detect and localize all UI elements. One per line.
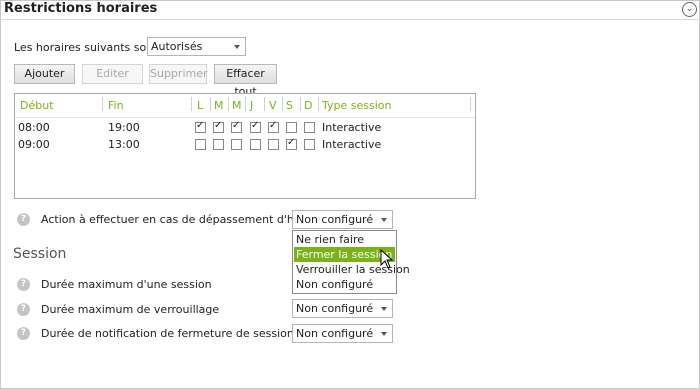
schedule-table: Début Fin L M M J V S D Type session 08:… xyxy=(14,93,476,199)
day-checkbox-sunday[interactable] xyxy=(304,122,315,133)
help-circle-icon[interactable]: ? xyxy=(17,303,30,316)
max-lock-select-value: Non configuré xyxy=(296,302,374,315)
row-session-type: Interactive xyxy=(322,138,382,151)
action-select-value: Non configuré xyxy=(296,213,374,226)
col-header-end[interactable]: Fin xyxy=(108,99,124,112)
mouse-pointer-icon xyxy=(380,249,394,269)
col-header-monday[interactable]: L xyxy=(197,99,203,112)
col-header-session-type[interactable]: Type session xyxy=(322,99,391,112)
chevron-down-icon xyxy=(381,307,387,311)
max-duration-label: Durée maximum d'une session xyxy=(41,278,212,291)
help-circle-icon[interactable]: ? xyxy=(17,213,30,226)
option-do-nothing[interactable]: Ne rien faire xyxy=(294,232,395,247)
panel-header: Restrictions horaires ⌄ xyxy=(0,0,700,20)
day-checkbox-monday[interactable] xyxy=(195,139,206,150)
help-circle-icon[interactable]: ? xyxy=(17,327,30,340)
row-start: 08:00 xyxy=(18,121,50,134)
notify-select[interactable]: Non configuré xyxy=(292,324,393,343)
day-checkbox-friday[interactable] xyxy=(268,120,279,133)
action-select[interactable]: Non configuré xyxy=(292,210,393,229)
mode-label: Les horaires suivants sont xyxy=(14,41,158,54)
day-checkbox-saturday[interactable] xyxy=(286,137,297,150)
option-not-configured[interactable]: Non configuré xyxy=(294,277,395,292)
row-end: 19:00 xyxy=(108,121,140,134)
mode-select-value: Autorisés xyxy=(151,40,203,53)
page-title: Restrictions horaires xyxy=(4,1,158,16)
chevron-down-icon xyxy=(381,218,387,222)
col-header-thursday[interactable]: J xyxy=(250,99,253,112)
day-checkbox-saturday[interactable] xyxy=(286,122,297,133)
notify-select-value: Non configuré xyxy=(296,327,374,340)
max-lock-select[interactable]: Non configuré xyxy=(292,299,393,318)
chevron-down-icon xyxy=(234,45,240,49)
col-header-friday[interactable]: V xyxy=(269,99,277,112)
row-end: 13:00 xyxy=(108,138,140,151)
delete-button[interactable]: Supprimer xyxy=(149,64,208,84)
chevron-down-icon[interactable]: ⌄ xyxy=(682,2,697,17)
mode-select[interactable]: Autorisés xyxy=(147,37,246,56)
row-start: 09:00 xyxy=(18,138,50,151)
day-checkbox-thursday[interactable] xyxy=(250,120,261,133)
edit-button[interactable]: Editer xyxy=(82,64,143,84)
max-lock-label: Durée maximum de verrouillage xyxy=(41,303,220,316)
action-label: Action à effectuer en cas de dépassement… xyxy=(41,213,326,226)
col-header-saturday[interactable]: S xyxy=(286,99,293,112)
day-checkbox-thursday[interactable] xyxy=(250,139,261,150)
day-checkbox-wednesday[interactable] xyxy=(231,139,242,150)
col-header-start[interactable]: Début xyxy=(20,99,54,112)
col-header-tuesday[interactable]: M xyxy=(214,99,224,112)
chevron-down-icon xyxy=(381,332,387,336)
day-checkbox-friday[interactable] xyxy=(268,139,279,150)
notify-label: Durée de notification de fermeture de se… xyxy=(41,327,294,340)
day-checkbox-tuesday[interactable] xyxy=(213,120,224,133)
add-button[interactable]: Ajouter xyxy=(14,64,75,84)
day-checkbox-wednesday[interactable] xyxy=(231,120,242,133)
day-checkbox-monday[interactable] xyxy=(195,120,206,133)
clear-all-button[interactable]: Effacer tout xyxy=(214,64,277,98)
day-checkbox-sunday[interactable] xyxy=(304,139,315,150)
col-header-wednesday[interactable]: M xyxy=(232,99,242,112)
col-header-sunday[interactable]: D xyxy=(304,99,312,112)
session-section-title: Session xyxy=(13,246,67,262)
day-checkbox-tuesday[interactable] xyxy=(213,139,224,150)
help-circle-icon[interactable]: ? xyxy=(17,278,30,291)
row-session-type: Interactive xyxy=(322,121,382,134)
